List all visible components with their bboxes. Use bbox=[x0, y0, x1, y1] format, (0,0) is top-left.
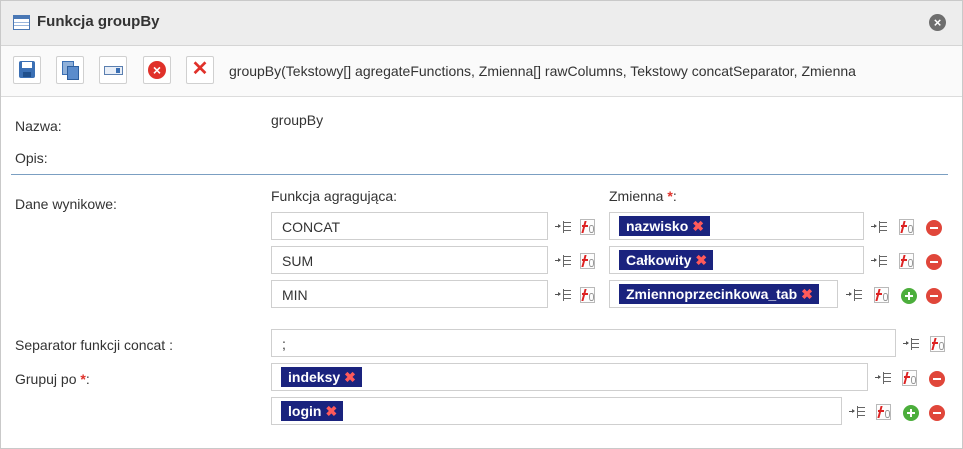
expression-editor-icon[interactable] bbox=[580, 253, 595, 269]
choose-list-icon[interactable] bbox=[875, 370, 891, 386]
floppy-disk-icon bbox=[19, 61, 35, 78]
aggregate-function-header: Funkcja agragująca: bbox=[271, 188, 398, 204]
red-x-icon: ✕ bbox=[191, 58, 209, 80]
remove-row-icon[interactable] bbox=[929, 371, 945, 387]
expression-editor-icon[interactable] bbox=[930, 336, 945, 352]
close-icon[interactable]: × bbox=[929, 14, 946, 31]
description-label: Opis: bbox=[15, 150, 48, 166]
dialog-titlebar: Funkcja groupBy × bbox=[1, 1, 962, 46]
separator-input[interactable]: ; bbox=[271, 329, 896, 357]
delete-button[interactable]: ✕ bbox=[186, 56, 214, 84]
choose-list-icon[interactable] bbox=[846, 287, 862, 303]
name-value: groupBy bbox=[271, 112, 324, 128]
group-by-label: Grupuj po *: bbox=[15, 371, 90, 387]
name-label: Nazwa: bbox=[15, 118, 62, 134]
variable-input[interactable]: Zmiennoprzecinkowa_tab ✖ bbox=[609, 280, 838, 308]
function-signature: groupBy(Tekstowy[] agregateFunctions, Zm… bbox=[229, 63, 856, 79]
section-divider bbox=[11, 174, 948, 175]
result-data-label: Dane wynikowe: bbox=[15, 196, 117, 212]
duplicate-button[interactable] bbox=[56, 56, 84, 84]
add-row-icon[interactable] bbox=[901, 288, 917, 304]
expression-editor-icon[interactable] bbox=[874, 287, 889, 303]
choose-list-icon[interactable] bbox=[903, 336, 919, 352]
remove-row-icon[interactable] bbox=[926, 220, 942, 236]
add-row-icon[interactable] bbox=[903, 405, 919, 421]
remove-row-icon[interactable] bbox=[929, 405, 945, 421]
expression-editor-icon[interactable] bbox=[899, 253, 914, 269]
save-button[interactable] bbox=[13, 56, 41, 84]
group-by-tag: indeksy ✖ bbox=[281, 367, 362, 387]
group-by-dialog: Funkcja groupBy × × ✕ groupBy(Tekstowy[]… bbox=[0, 0, 963, 449]
aggregate-function-input[interactable]: CONCAT bbox=[271, 212, 548, 240]
choose-list-icon[interactable] bbox=[871, 253, 887, 269]
expression-editor-icon[interactable] bbox=[899, 219, 914, 235]
aggregate-function-input[interactable]: SUM bbox=[271, 246, 548, 274]
rename-button[interactable] bbox=[99, 56, 127, 84]
choose-list-icon[interactable] bbox=[555, 253, 571, 269]
variable-tag: Zmiennoprzecinkowa_tab ✖ bbox=[619, 284, 819, 304]
red-circle-x-icon: × bbox=[148, 61, 166, 79]
choose-list-icon[interactable] bbox=[555, 219, 571, 235]
remove-row-icon[interactable] bbox=[926, 254, 942, 270]
input-field-icon bbox=[104, 66, 123, 75]
variable-header: Zmienna *: bbox=[609, 188, 677, 204]
aggregate-function-input[interactable]: MIN bbox=[271, 280, 548, 308]
remove-tag-icon[interactable]: ✖ bbox=[692, 218, 704, 234]
table-icon bbox=[13, 15, 30, 30]
expression-editor-icon[interactable] bbox=[580, 219, 595, 235]
variable-input[interactable]: Całkowity ✖ bbox=[609, 246, 864, 274]
expression-editor-icon[interactable] bbox=[902, 370, 917, 386]
group-by-input[interactable]: indeksy ✖ bbox=[271, 363, 868, 391]
toolbar: × ✕ groupBy(Tekstowy[] agregateFunctions… bbox=[1, 46, 962, 97]
remove-row-icon[interactable] bbox=[926, 288, 942, 304]
choose-list-icon[interactable] bbox=[849, 404, 865, 420]
cancel-button[interactable]: × bbox=[143, 56, 171, 84]
choose-list-icon[interactable] bbox=[555, 287, 571, 303]
remove-tag-icon[interactable]: ✖ bbox=[325, 403, 337, 419]
dialog-title: Funkcja groupBy bbox=[37, 13, 160, 30]
choose-list-icon[interactable] bbox=[871, 219, 887, 235]
group-by-tag: login ✖ bbox=[281, 401, 344, 421]
variable-tag: Całkowity ✖ bbox=[619, 250, 714, 270]
expression-editor-icon[interactable] bbox=[580, 287, 595, 303]
separator-label: Separator funkcji concat : bbox=[15, 337, 173, 353]
remove-tag-icon[interactable]: ✖ bbox=[344, 369, 356, 385]
variable-tag: nazwisko ✖ bbox=[619, 216, 710, 236]
expression-editor-icon[interactable] bbox=[876, 404, 891, 420]
group-by-input[interactable]: login ✖ bbox=[271, 397, 842, 425]
remove-tag-icon[interactable]: ✖ bbox=[801, 286, 813, 302]
variable-input[interactable]: nazwisko ✖ bbox=[609, 212, 864, 240]
remove-tag-icon[interactable]: ✖ bbox=[695, 252, 707, 268]
